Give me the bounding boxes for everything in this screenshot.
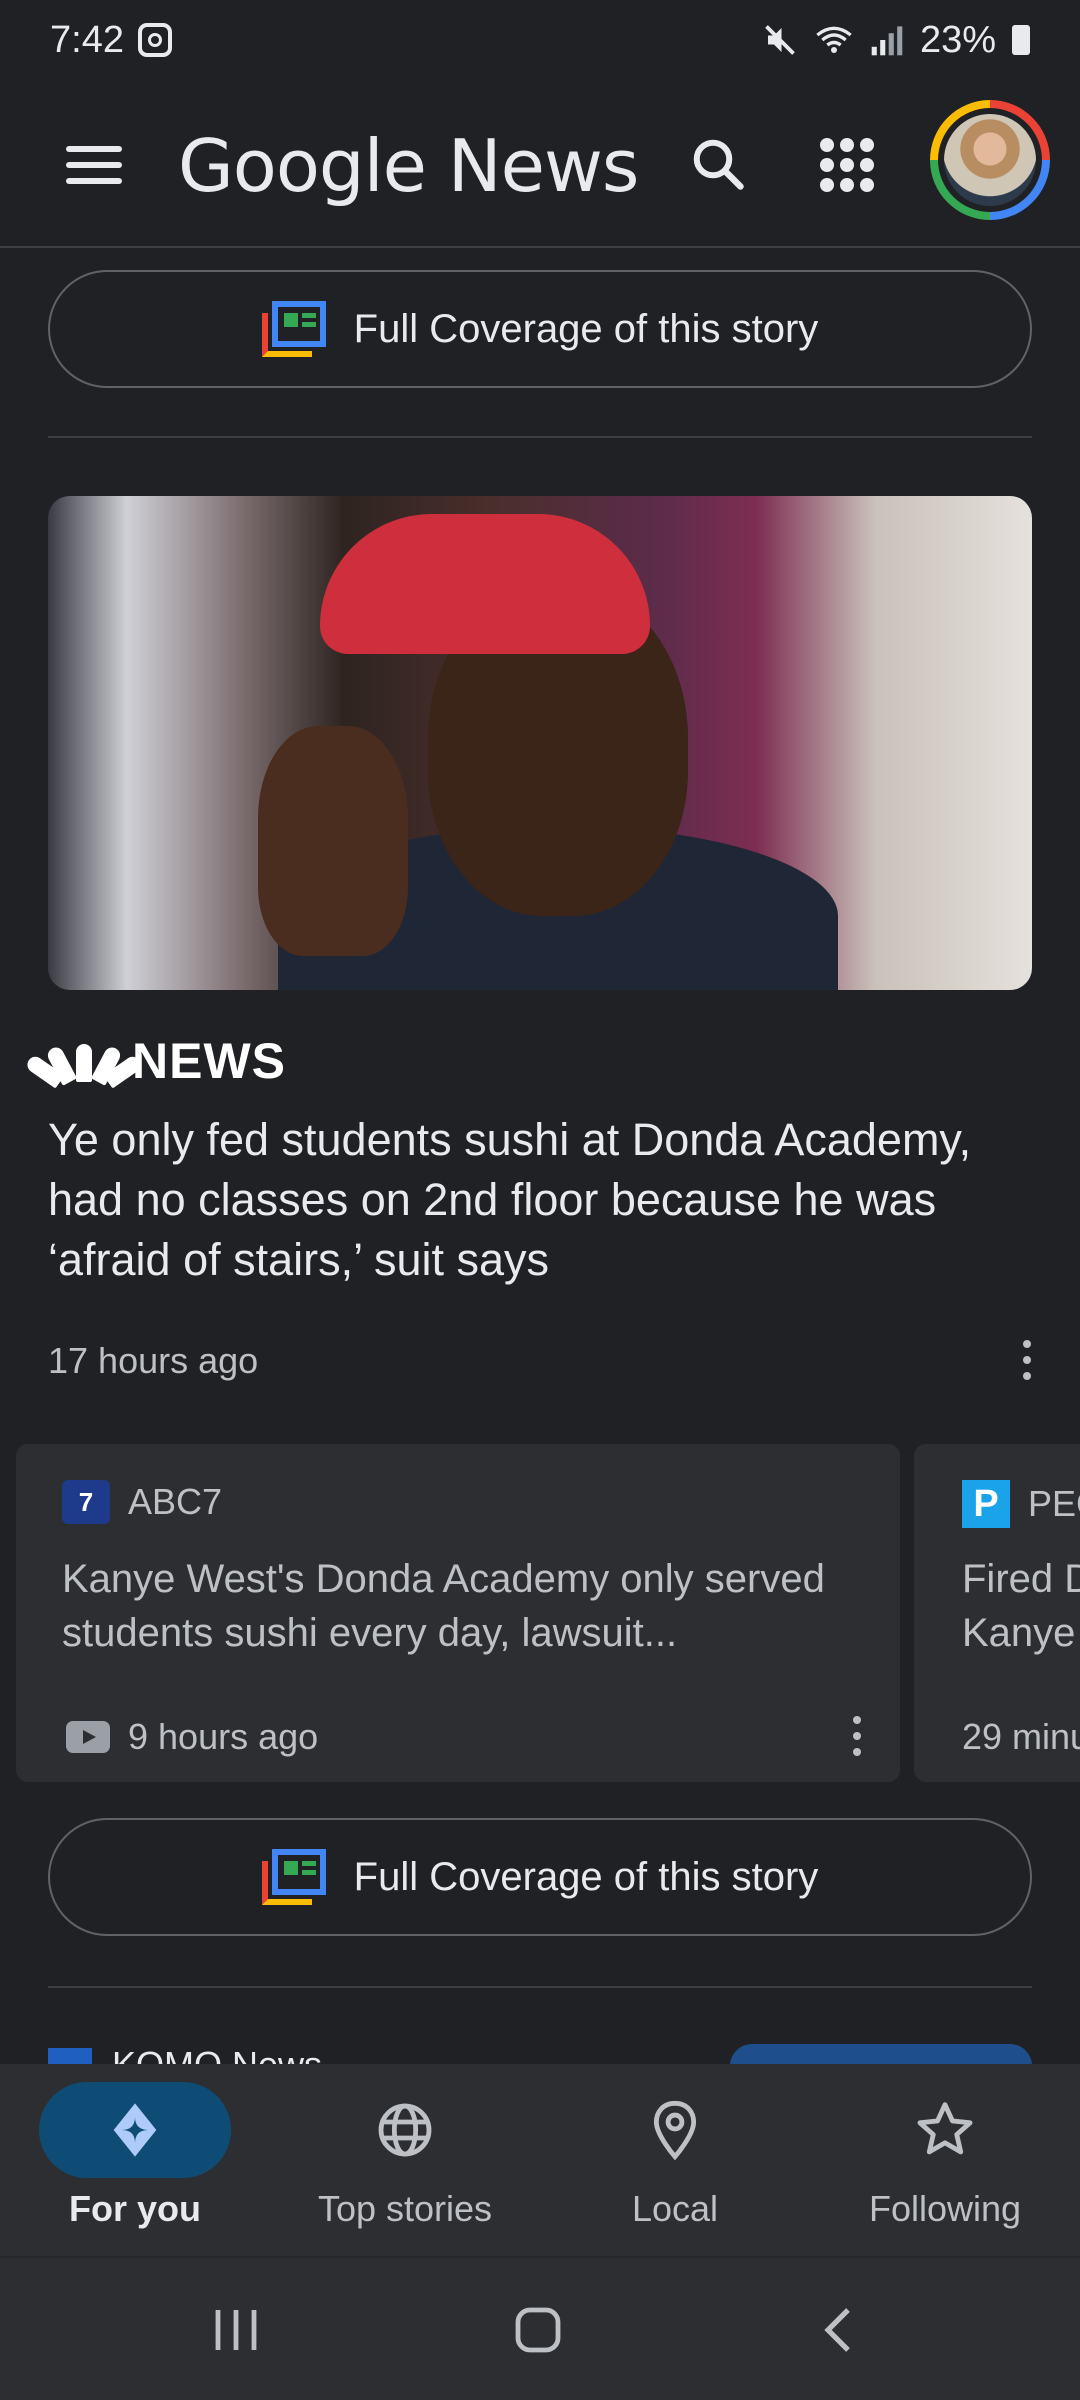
card-time: 29 minu xyxy=(962,1716,1080,1757)
related-article-card[interactable]: 7 ABC7 Kanye West's Donda Academy only s… xyxy=(16,1444,900,1782)
nav-for-you[interactable]: For you xyxy=(0,2064,270,2256)
card-source: 7 ABC7 xyxy=(62,1480,222,1524)
apps-grid-icon[interactable] xyxy=(820,138,874,192)
app-header: Google News xyxy=(0,80,1080,248)
full-coverage-icon xyxy=(261,301,326,357)
instagram-icon xyxy=(137,23,172,57)
clock: 7:42 xyxy=(50,18,124,61)
location-pin-icon xyxy=(653,2100,697,2161)
app-title: Google News xyxy=(178,124,639,208)
card-meta: 29 minu xyxy=(962,1716,1080,1758)
related-article-card[interactable]: P PEC Fired D Kanye 29 minu xyxy=(914,1444,1080,1782)
more-options-icon[interactable] xyxy=(1022,1340,1032,1380)
battery-icon xyxy=(1012,25,1030,55)
globe-icon xyxy=(378,2103,432,2157)
youtube-icon xyxy=(66,1721,110,1753)
nav-label: Following xyxy=(868,2188,1022,2229)
card-more-options-icon[interactable] xyxy=(852,1716,862,1756)
card-source-name: ABC7 xyxy=(128,1481,223,1522)
divider xyxy=(48,1986,1032,1988)
search-icon[interactable] xyxy=(688,134,748,194)
full-coverage-button[interactable]: Full Coverage of this story xyxy=(48,1818,1032,1936)
full-coverage-icon xyxy=(261,1849,326,1905)
nav-label: Top stories xyxy=(317,2188,493,2229)
peacock-icon xyxy=(24,1040,144,1089)
nav-pill xyxy=(39,2082,231,2178)
nbc-news-logo: NEWS xyxy=(24,1032,286,1090)
nav-label: Local xyxy=(631,2188,719,2229)
nav-pill xyxy=(849,2082,1041,2178)
nav-pill xyxy=(579,2082,771,2178)
komo-logo-icon xyxy=(48,2048,92,2064)
p-logo-icon: P xyxy=(962,1480,1010,1528)
profile-photo xyxy=(944,114,1036,206)
nav-local[interactable]: Local xyxy=(540,2064,810,2256)
next-story-thumbnail xyxy=(730,2044,1032,2064)
story-headline[interactable]: Ye only fed students sushi at Donda Acad… xyxy=(48,1110,1032,1290)
source-name: NEWS xyxy=(132,1033,286,1089)
full-coverage-label: Full Coverage of this story xyxy=(353,1854,819,1899)
full-coverage-label: Full Coverage of this story xyxy=(353,306,819,351)
divider xyxy=(48,436,1032,438)
card-title: Kanye West's Donda Academy only served s… xyxy=(62,1557,825,1655)
home-icon[interactable] xyxy=(498,2298,578,2362)
back-icon[interactable] xyxy=(800,2298,880,2362)
status-left: 7:42 xyxy=(50,19,172,62)
status-right: 23% xyxy=(762,19,1030,62)
story-hero-image[interactable] xyxy=(48,496,1032,990)
avatar[interactable] xyxy=(930,100,1050,220)
abc7-logo-icon: 7 xyxy=(62,1480,110,1524)
card-title: Fired D Kanye xyxy=(962,1557,1080,1655)
star-icon xyxy=(917,2102,973,2155)
nav-label: For you xyxy=(69,2188,201,2229)
full-coverage-button[interactable]: Full Coverage of this story xyxy=(48,270,1032,388)
signal-icon xyxy=(871,26,903,56)
wifi-icon xyxy=(816,26,852,53)
next-story-source: KOMO News xyxy=(112,2044,322,2064)
system-navigation-bar xyxy=(0,2256,1080,2400)
nav-pill xyxy=(309,2082,501,2178)
menu-icon[interactable] xyxy=(66,146,122,184)
story-time: 17 hours ago xyxy=(48,1340,259,1381)
card-time: 9 hours ago xyxy=(128,1716,319,1757)
battery-percent: 23% xyxy=(919,18,996,61)
status-bar: 7:42 23% xyxy=(0,0,1080,80)
nav-top-stories[interactable]: Top stories xyxy=(270,2064,540,2256)
nav-following[interactable]: Following xyxy=(810,2064,1080,2256)
sparkle-icon xyxy=(113,2103,157,2157)
next-story-partial[interactable]: KOMO News xyxy=(48,2040,1032,2064)
recent-apps-icon[interactable] xyxy=(196,2298,276,2362)
card-source: P PEC xyxy=(962,1480,1080,1528)
mute-icon xyxy=(765,25,795,55)
card-meta: 9 hours ago xyxy=(66,1716,318,1758)
card-source-name: PEC xyxy=(1028,1483,1080,1524)
bottom-navigation: For you Top stories Local Following xyxy=(0,2064,1080,2256)
